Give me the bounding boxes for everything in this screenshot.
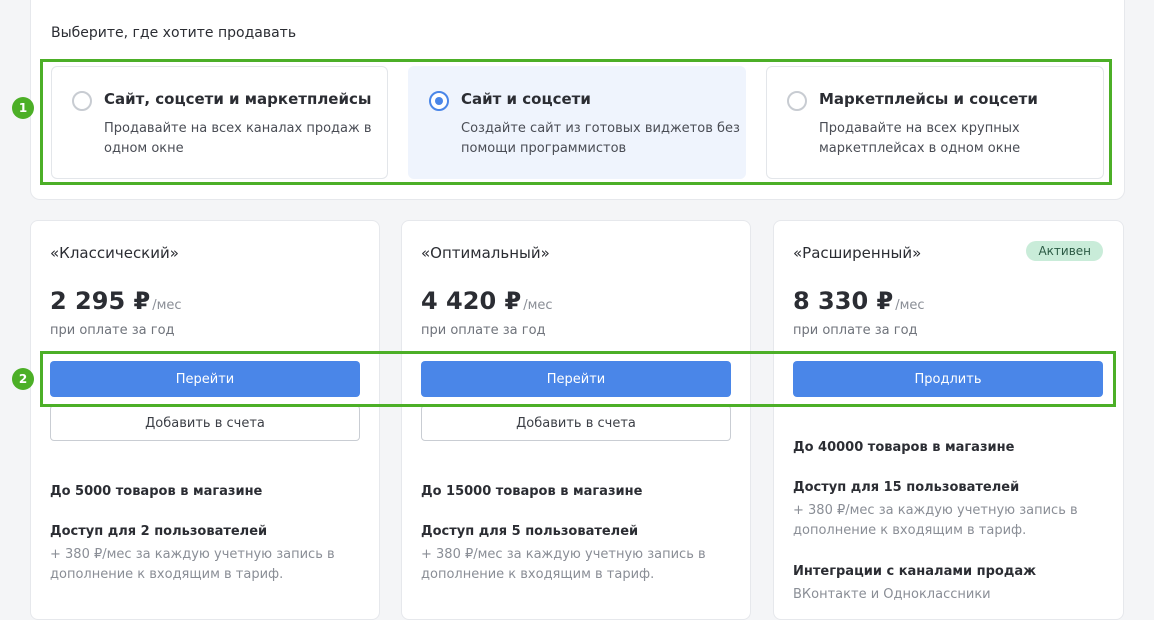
plan-price-unit: /мес — [895, 298, 925, 313]
plan-name: «Расширенный» — [793, 244, 922, 262]
plan-price-row: 4 420 ₽/мес — [421, 287, 553, 315]
add-to-invoices-button[interactable]: Добавить в счета — [421, 405, 731, 441]
channel-option-title: Маркетплейсы и соцсети — [819, 90, 1038, 108]
plan-feature-users-note: + 380 ₽/мес за каждую учетную запись в д… — [793, 503, 1078, 538]
plan-price-row: 2 295 ₽/мес — [50, 287, 182, 315]
plan-card-optimal: «Оптимальный» 4 420 ₽/мес при оплате за … — [401, 220, 751, 620]
plan-feature-users: Доступ для 2 пользователей — [50, 524, 268, 539]
channel-option-description: Продавайте на всех крупных маркетплейсах… — [819, 121, 1021, 156]
annotation-marker-1: 1 — [12, 97, 34, 119]
plan-price-row: 8 330 ₽/мес — [793, 287, 925, 315]
plan-price-note: при оплате за год — [421, 323, 546, 338]
status-badge: Активен — [1026, 241, 1103, 261]
plan-feature-integrations-note: ВКонтакте и Одноклассники — [793, 587, 991, 602]
plan-name: «Классический» — [50, 244, 179, 262]
plan-feature-users-note: + 380 ₽/мес за каждую учетную запись в д… — [50, 547, 335, 582]
radio-button-selected[interactable] — [429, 91, 449, 111]
channel-option-description: Продавайте на всех каналах продаж в одно… — [104, 121, 372, 156]
go-button[interactable]: Перейти — [421, 361, 731, 397]
plan-feature-integrations: Интеграции с каналами продаж — [793, 564, 1037, 579]
renew-button[interactable]: Продлить — [793, 361, 1103, 397]
channel-selection-title: Выберите, где хотите продавать — [51, 25, 297, 41]
radio-button[interactable] — [72, 91, 92, 111]
go-button[interactable]: Перейти — [50, 361, 360, 397]
plan-feature-users-note: + 380 ₽/мес за каждую учетную запись в д… — [421, 547, 706, 582]
channel-selection-card: Выберите, где хотите продавать Сайт, соц… — [30, 0, 1125, 200]
plan-price-note: при оплате за год — [50, 323, 175, 338]
channel-option-marketplaces-social[interactable]: Маркетплейсы и соцсети Продавайте на все… — [766, 66, 1104, 179]
plan-price-unit: /мес — [152, 298, 182, 313]
plan-price: 8 330 ₽ — [793, 287, 894, 315]
plan-feature-products: До 15000 товаров в магазине — [421, 484, 643, 499]
plan-card-extended: «Расширенный» Активен 8 330 ₽/мес при оп… — [773, 220, 1124, 620]
channel-option-all[interactable]: Сайт, соцсети и маркетплейсы Продавайте … — [51, 66, 388, 179]
plan-feature-products: До 5000 товаров в магазине — [50, 484, 263, 499]
channel-option-description: Создайте сайт из готовых виджетов без по… — [461, 121, 740, 156]
channel-option-title: Сайт, соцсети и маркетплейсы — [104, 90, 372, 108]
plan-price-note: при оплате за год — [793, 323, 918, 338]
plan-price: 4 420 ₽ — [421, 287, 522, 315]
channel-option-title: Сайт и соцсети — [461, 90, 591, 108]
radio-button[interactable] — [787, 91, 807, 111]
plan-feature-users: Доступ для 5 пользователей — [421, 524, 639, 539]
plan-price: 2 295 ₽ — [50, 287, 151, 315]
plan-price-unit: /мес — [523, 298, 553, 313]
plan-feature-users: Доступ для 15 пользователей — [793, 480, 1020, 495]
add-to-invoices-button[interactable]: Добавить в счета — [50, 405, 360, 441]
plan-card-classic: «Классический» 2 295 ₽/мес при оплате за… — [30, 220, 380, 620]
channel-option-site-social[interactable]: Сайт и соцсети Создайте сайт из готовых … — [408, 66, 746, 179]
plan-name: «Оптимальный» — [421, 244, 550, 262]
annotation-marker-2: 2 — [12, 368, 34, 390]
plan-feature-products: До 40000 товаров в магазине — [793, 440, 1015, 455]
